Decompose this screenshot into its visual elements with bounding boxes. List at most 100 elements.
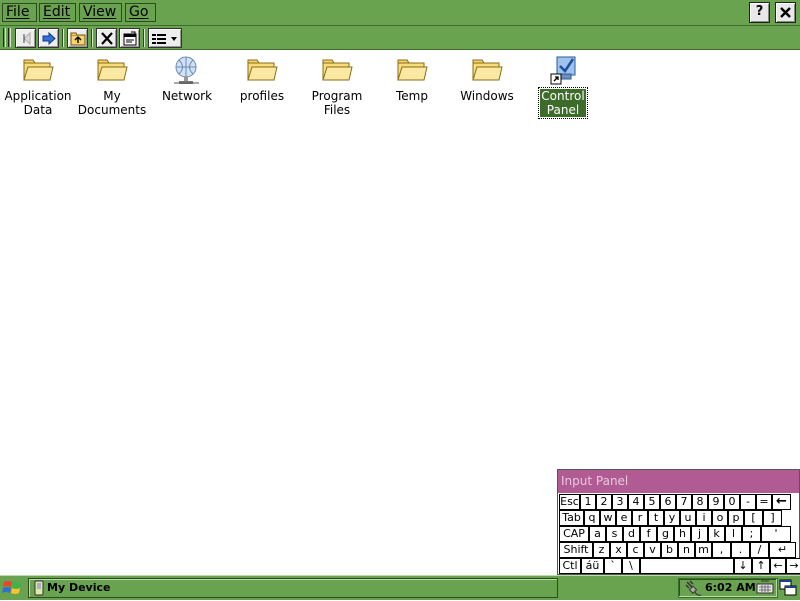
key-symbol[interactable]: ;	[742, 526, 761, 542]
key-h[interactable]: h	[674, 526, 691, 542]
key-3[interactable]: 3	[612, 494, 628, 510]
key-z[interactable]: z	[593, 542, 610, 558]
key-t[interactable]: t	[648, 510, 664, 526]
task-button-my-device[interactable]: My Device	[28, 578, 558, 598]
file-item-control-panel[interactable]: Control Panel	[525, 54, 601, 119]
menu-bar: File Edit View Go ?	[0, 0, 800, 26]
key-8[interactable]: 8	[692, 494, 708, 510]
chevron-down-icon	[171, 37, 177, 41]
menu-view[interactable]: View	[79, 3, 122, 22]
back-button[interactable]	[15, 28, 36, 48]
forward-button[interactable]	[38, 28, 59, 48]
power-plug-icon[interactable]	[683, 579, 703, 597]
control-panel-shortcut-icon	[547, 54, 579, 86]
key-u[interactable]: u	[680, 510, 696, 526]
key-symbol[interactable]: .	[731, 542, 750, 558]
folder-icon	[22, 54, 54, 86]
key-p[interactable]: p	[728, 510, 744, 526]
key-tab[interactable]: Tab	[559, 510, 584, 526]
key-accents[interactable]: áü	[581, 558, 604, 574]
file-item-windows[interactable]: Windows	[449, 54, 525, 103]
desktop-button[interactable]	[779, 579, 798, 597]
file-item-network[interactable]: Network	[149, 54, 225, 103]
key-arrow-up[interactable]: ↑	[752, 558, 770, 574]
file-item-application-data[interactable]: Application Data	[0, 54, 76, 117]
view-menu-button[interactable]	[148, 28, 182, 48]
key-s[interactable]: s	[606, 526, 623, 542]
key-4[interactable]: 4	[628, 494, 644, 510]
input-panel-title[interactable]: Input Panel	[558, 470, 799, 493]
key-escape[interactable]: Esc	[559, 494, 580, 510]
file-item-temp[interactable]: Temp	[374, 54, 450, 103]
key-a[interactable]: a	[589, 526, 606, 542]
key-enter[interactable]: ↵	[769, 542, 796, 558]
toolbar	[0, 26, 800, 50]
key-y[interactable]: y	[664, 510, 680, 526]
key-x[interactable]: x	[610, 542, 627, 558]
key-symbol[interactable]: ,	[712, 542, 731, 558]
key-e[interactable]: e	[616, 510, 632, 526]
key-space[interactable]	[640, 558, 734, 574]
menu-go[interactable]: Go	[125, 3, 156, 22]
close-button[interactable]	[775, 2, 796, 23]
key-l[interactable]: l	[725, 526, 742, 542]
key-w[interactable]: w	[600, 510, 616, 526]
key-arrow-down[interactable]: ↓	[734, 558, 752, 574]
key-symbol[interactable]: -	[740, 494, 756, 510]
key-shift[interactable]: Shift	[559, 542, 593, 558]
toolbar-grip[interactable]	[3, 28, 6, 47]
key-c[interactable]: c	[627, 542, 644, 558]
key-b[interactable]: b	[661, 542, 678, 558]
help-button[interactable]: ?	[749, 2, 770, 23]
key-arrow-right[interactable]: →	[786, 558, 800, 574]
file-item-program-files[interactable]: Program Files	[299, 54, 375, 117]
menu-file[interactable]: File	[2, 3, 37, 22]
key-i[interactable]: i	[696, 510, 712, 526]
close-icon	[780, 7, 791, 18]
key-o[interactable]: o	[712, 510, 728, 526]
key-g[interactable]: g	[657, 526, 674, 542]
properties-icon	[123, 31, 137, 46]
key-r[interactable]: r	[632, 510, 648, 526]
key-0[interactable]: 0	[724, 494, 740, 510]
key-symbol[interactable]: ]	[763, 510, 782, 526]
delete-button[interactable]	[96, 28, 117, 48]
clock[interactable]: 6:02 AM	[705, 581, 756, 595]
properties-button[interactable]	[119, 28, 140, 48]
key-caps[interactable]: CAP	[559, 526, 589, 542]
network-icon	[171, 54, 203, 86]
key-j[interactable]: j	[691, 526, 708, 542]
input-panel-toggle[interactable]	[756, 580, 774, 596]
key-f[interactable]: f	[640, 526, 657, 542]
toolbar-grip-2	[8, 28, 11, 47]
key-k[interactable]: k	[708, 526, 725, 542]
key-v[interactable]: v	[644, 542, 661, 558]
key-symbol[interactable]: /	[750, 542, 769, 558]
key-symbol[interactable]: =	[756, 494, 772, 510]
start-button[interactable]	[1, 578, 25, 598]
key-d[interactable]: d	[623, 526, 640, 542]
menu-edit[interactable]: Edit	[39, 3, 76, 22]
key-symbol[interactable]: '	[761, 526, 791, 542]
key-n[interactable]: n	[678, 542, 695, 558]
key-1[interactable]: 1	[580, 494, 596, 510]
key-7[interactable]: 7	[676, 494, 692, 510]
key-symbol[interactable]: \	[622, 558, 640, 574]
file-item-my-documents[interactable]: My Documents	[74, 54, 150, 117]
key-q[interactable]: q	[584, 510, 600, 526]
key-symbol[interactable]: `	[604, 558, 622, 574]
file-item-profiles[interactable]: profiles	[224, 54, 300, 103]
key-symbol[interactable]: [	[744, 510, 763, 526]
file-label: Temp	[396, 89, 428, 103]
file-label: Network	[161, 89, 213, 103]
up-folder-button[interactable]	[67, 28, 88, 48]
key-ctrl[interactable]: Ctl	[559, 558, 581, 574]
folder-icon	[396, 54, 428, 86]
key-arrow-left[interactable]: ←	[770, 558, 786, 574]
key-2[interactable]: 2	[596, 494, 612, 510]
key-9[interactable]: 9	[708, 494, 724, 510]
key-6[interactable]: 6	[660, 494, 676, 510]
key-5[interactable]: 5	[644, 494, 660, 510]
key-backspace[interactable]: ←	[772, 494, 791, 510]
key-m[interactable]: m	[695, 542, 712, 558]
